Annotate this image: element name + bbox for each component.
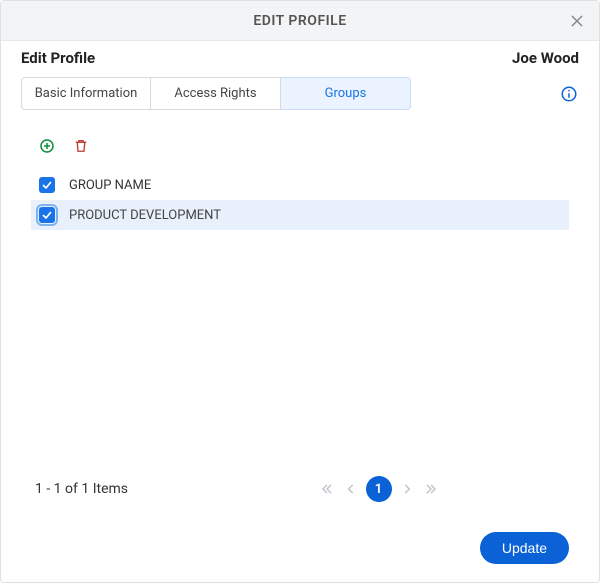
page-prev-icon[interactable] [342, 480, 360, 498]
trash-icon[interactable] [71, 136, 91, 156]
page-last-icon[interactable] [422, 480, 440, 498]
dialog-footer: Update [1, 522, 599, 582]
table-toolbar [31, 130, 569, 170]
update-button[interactable]: Update [480, 532, 569, 564]
subheader: Edit Profile Joe Wood [1, 41, 599, 71]
dialog-title: EDIT PROFILE [253, 13, 346, 29]
page-number-current[interactable]: 1 [366, 476, 392, 502]
close-icon[interactable] [565, 9, 589, 33]
current-user-name: Joe Wood [512, 49, 579, 67]
pagination-bar: 1 - 1 of 1 Items 1 [1, 466, 599, 522]
content-spacer [31, 230, 569, 466]
row-checkbox[interactable] [39, 207, 55, 223]
row-group-name: PRODUCT DEVELOPMENT [69, 208, 221, 223]
add-icon[interactable] [37, 136, 57, 156]
page-next-icon[interactable] [398, 480, 416, 498]
tab-row: Basic Information Access Rights Groups [1, 71, 599, 120]
dialog-titlebar: EDIT PROFILE [1, 1, 599, 41]
table-header-row: GROUP NAME [31, 170, 569, 200]
page-first-icon[interactable] [318, 480, 336, 498]
tab-groups[interactable]: Groups [281, 77, 411, 110]
tab-basic-information[interactable]: Basic Information [21, 77, 151, 110]
table-row[interactable]: PRODUCT DEVELOPMENT [31, 200, 569, 230]
groups-table: GROUP NAME PRODUCT DEVELOPMENT [31, 170, 569, 230]
edit-profile-dialog: EDIT PROFILE Edit Profile Joe Wood Basic… [0, 0, 600, 583]
select-all-checkbox[interactable] [39, 177, 55, 193]
info-icon[interactable] [559, 84, 579, 104]
pagination-count: 1 - 1 of 1 Items [35, 481, 128, 497]
pagination-controls: 1 [318, 476, 440, 502]
content-area: GROUP NAME PRODUCT DEVELOPMENT [1, 120, 599, 466]
page-subtitle: Edit Profile [21, 49, 95, 67]
tab-access-rights[interactable]: Access Rights [151, 77, 281, 110]
column-header-group-name: GROUP NAME [69, 178, 151, 193]
